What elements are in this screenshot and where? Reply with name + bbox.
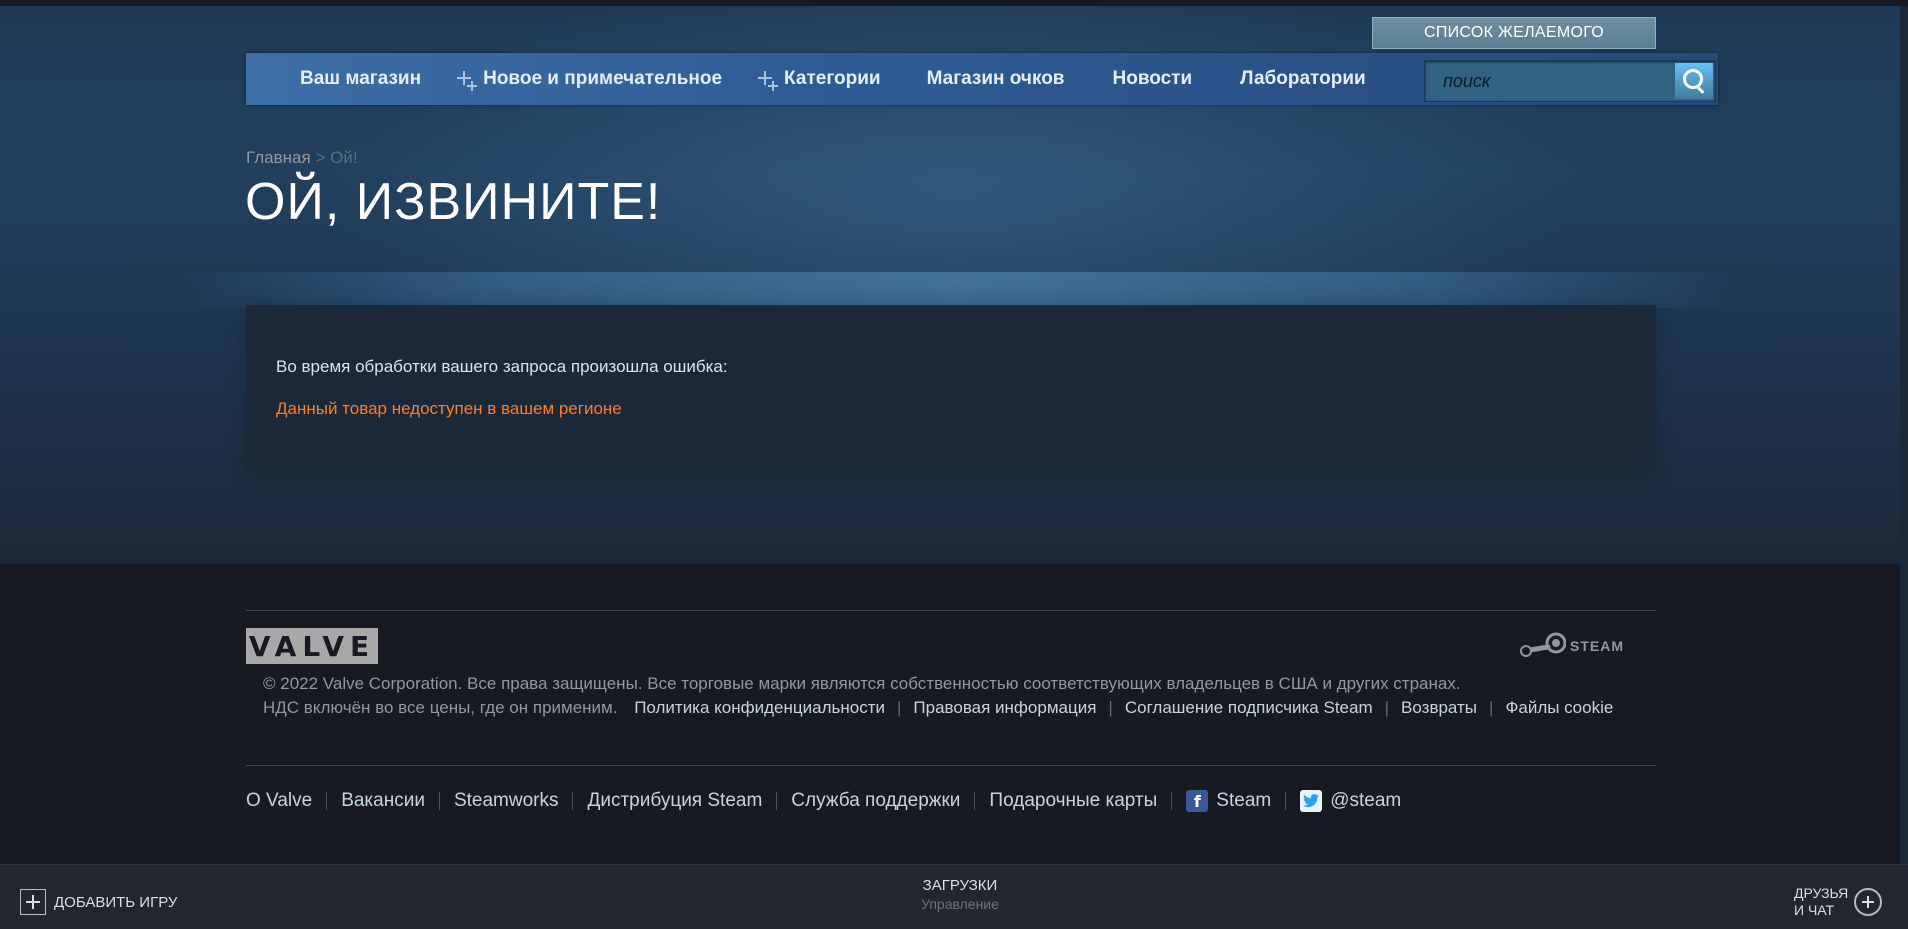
nav-label: Новости [1112, 68, 1193, 89]
support-link[interactable]: Служба поддержки [791, 790, 960, 812]
footer-links: О Valve Вакансии Steamworks Дистрибуция … [246, 790, 1401, 812]
breadcrumb-current: Ой! [330, 148, 358, 167]
twitter-link[interactable]: @steam [1300, 790, 1401, 812]
legal-line: НДС включён во все цены, где он применим… [263, 698, 1614, 717]
vat-notice: НДС включён во все цены, где он применим… [263, 698, 618, 717]
wishlist-button[interactable]: СПИСОК ЖЕЛАЕМОГО [1372, 17, 1656, 49]
friends-chat-label: ДРУЗЬЯ И ЧАТ [1794, 885, 1848, 919]
steam-client-bottom-bar: ДОБАВИТЬ ИГРУ ЗАГРУЗКИ Управление ДРУЗЬЯ… [0, 864, 1908, 929]
twitter-icon [1300, 790, 1323, 812]
nav-news[interactable]: Новости [1113, 53, 1193, 105]
nav-label: Ваш магазин [300, 68, 422, 89]
copyright-text: © 2022 Valve Corporation. Все права защи… [263, 674, 1461, 693]
downloads-title: ЗАГРУЗКИ [922, 877, 998, 894]
search-input[interactable] [1425, 61, 1675, 101]
downloads-button[interactable]: ЗАГРУЗКИ Управление [900, 877, 1020, 912]
search-icon [1683, 69, 1705, 91]
error-message: Во время обработки вашего запроса произо… [276, 357, 728, 376]
steam-logo-icon [1520, 632, 1566, 657]
nav-new-noteworthy[interactable]: Новое и примечательное [453, 53, 722, 105]
nav-labs[interactable]: Лаборатории [1240, 53, 1366, 105]
gift-cards-link[interactable]: Подарочные карты [989, 790, 1157, 812]
add-game-label: ДОБАВИТЬ ИГРУ [54, 893, 178, 911]
steam-distribution-link[interactable]: Дистрибуция Steam [587, 790, 762, 812]
plus-icon [754, 65, 782, 93]
search-button[interactable] [1675, 63, 1713, 99]
breadcrumb-separator: > [315, 148, 326, 167]
subscriber-agreement-link[interactable]: Соглашение подписчика Steam [1125, 698, 1373, 717]
valve-logo[interactable]: VALVE [246, 628, 378, 664]
facebook-label: Steam [1216, 790, 1272, 811]
add-friend-icon [1854, 888, 1883, 916]
footer-legal: © 2022 Valve Corporation. Все права защи… [263, 672, 1663, 720]
about-valve-link[interactable]: О Valve [246, 790, 312, 812]
add-icon [20, 889, 46, 915]
nav-label: Лаборатории [1240, 68, 1366, 89]
refunds-link[interactable]: Возвраты [1401, 698, 1477, 717]
footer-divider-top [246, 610, 1656, 611]
hero-light-band [180, 272, 1738, 308]
nav-your-store[interactable]: Ваш магазин [300, 53, 421, 105]
breadcrumb-home-link[interactable]: Главная [246, 148, 311, 167]
nav-categories[interactable]: Категории [754, 53, 881, 105]
nav-label: Магазин очков [926, 68, 1065, 89]
steam-logo-text: STEAM [1570, 638, 1624, 654]
steamworks-link[interactable]: Steamworks [454, 790, 559, 812]
legal-info-link[interactable]: Правовая информация [913, 698, 1096, 717]
nav-points-shop[interactable]: Магазин очков [927, 53, 1065, 105]
friends-label-line2: И ЧАТ [1794, 902, 1835, 918]
privacy-policy-link[interactable]: Политика конфиденциальности [634, 698, 885, 717]
plus-icon [453, 65, 481, 93]
breadcrumb: Главная > Ой! [246, 148, 358, 168]
friends-chat-button[interactable]: ДРУЗЬЯ И ЧАТ [1794, 885, 1883, 919]
search-box [1424, 60, 1716, 102]
error-detail: Данный товар недоступен в вашем регионе [276, 399, 622, 418]
error-panel: Во время обработки вашего запроса произо… [246, 305, 1656, 472]
page-scrollbar[interactable] [1900, 6, 1908, 864]
nav-label: Новое и примечательное [483, 68, 723, 89]
friends-label-line1: ДРУЗЬЯ [1794, 885, 1849, 901]
jobs-link[interactable]: Вакансии [341, 790, 425, 812]
facebook-icon: f [1186, 790, 1209, 812]
downloads-subtitle: Управление [921, 896, 999, 912]
cookies-link[interactable]: Файлы cookie [1505, 698, 1613, 717]
page-title: ОЙ, ИЗВИНИТЕ! [245, 173, 662, 231]
nav-label: Категории [784, 68, 881, 89]
footer-divider-bottom [246, 765, 1656, 766]
add-game-button[interactable]: ДОБАВИТЬ ИГРУ [20, 889, 177, 915]
twitter-label: @steam [1330, 790, 1402, 811]
facebook-link[interactable]: f Steam [1186, 790, 1271, 812]
steam-logo[interactable]: STEAM [1518, 628, 1656, 664]
